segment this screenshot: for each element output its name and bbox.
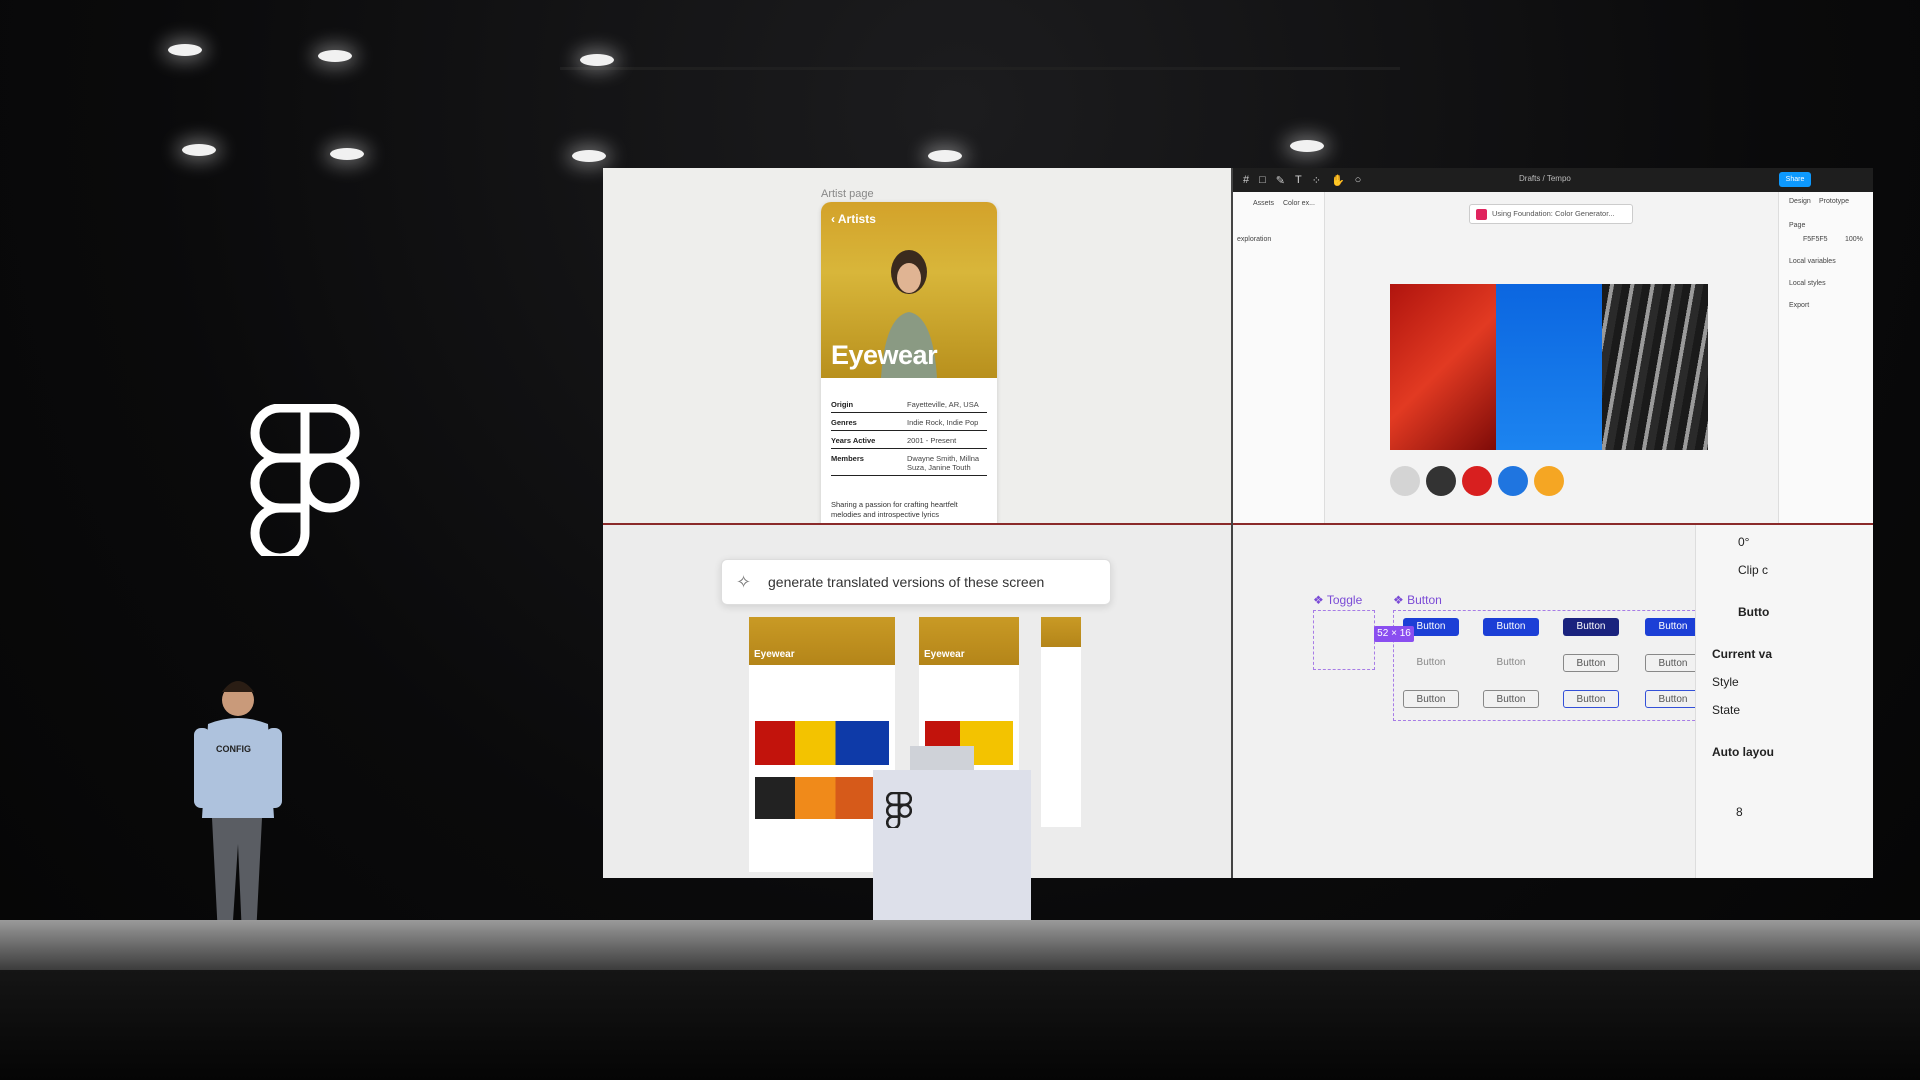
state-label: State	[1712, 703, 1741, 717]
sparkle-icon: ✧	[736, 572, 752, 592]
lighting-truss	[560, 0, 1400, 70]
hand-tool-icon[interactable]: ✋	[1331, 174, 1345, 187]
info-row: Years Active 2001 - Present	[831, 436, 987, 449]
frame-divider	[1231, 168, 1233, 878]
page-opacity[interactable]: 100%	[1845, 236, 1863, 243]
editor-toolbar: # □ ✎ T ⁘ ✋ ○ Drafts / Tempo Share	[1233, 168, 1873, 192]
ai-prompt-input[interactable]: ✧ generate translated versions of these …	[721, 559, 1111, 605]
stage-light	[168, 44, 202, 56]
plugin-toast-text: Using Foundation: Color Generator...	[1492, 209, 1615, 218]
local-styles[interactable]: Local styles	[1789, 280, 1826, 287]
presenter: CONFIG	[194, 681, 282, 944]
button-set-label: ❖ Button	[1393, 593, 1442, 607]
comment-icon[interactable]: ○	[1355, 174, 1362, 186]
toggle-set[interactable]	[1313, 610, 1375, 670]
style-label: Style	[1712, 675, 1739, 689]
toggle-label: ❖ Toggle	[1313, 593, 1363, 607]
button-variant[interactable]: Button	[1645, 618, 1701, 636]
page-color[interactable]: F5F5F5	[1803, 236, 1828, 243]
swatch[interactable]	[1426, 466, 1456, 496]
mono-stripes-image	[1602, 284, 1708, 450]
projection-screen: Artist page ‹ Artists Eyewear Origin Faye…	[603, 168, 1873, 878]
stage-light	[318, 50, 352, 62]
back-label: Artists	[837, 212, 876, 226]
podium-figma-logo	[886, 792, 912, 828]
swatch[interactable]	[1462, 466, 1492, 496]
local-variables[interactable]: Local variables	[1789, 258, 1836, 265]
button-variant[interactable]: Button	[1563, 690, 1619, 708]
pen-tool-icon[interactable]: ✎	[1276, 174, 1285, 187]
mini-title: Eyewear	[924, 649, 965, 660]
info-row: Genres Indie Rock, Indie Pop	[831, 418, 987, 431]
components-icon[interactable]: ⁘	[1312, 174, 1321, 187]
editor-frame: # □ ✎ T ⁘ ✋ ○ Drafts / Tempo Share Asset…	[1233, 168, 1873, 523]
tab-design[interactable]: Design	[1789, 198, 1811, 205]
tab-assets[interactable]: Assets	[1253, 200, 1274, 207]
button-variant[interactable]: Button	[1563, 654, 1619, 672]
figma-logo	[250, 404, 360, 556]
shirt-text: CONFIG	[216, 744, 251, 754]
layers-panel: Assets Color ex... exploration	[1233, 192, 1325, 523]
properties-panel: 0° Clip c Butto Current va Style State A…	[1695, 525, 1873, 878]
stage-light	[182, 144, 216, 156]
stage-light	[928, 150, 962, 162]
generated-images	[1390, 284, 1708, 450]
stage-light	[572, 150, 606, 162]
frame-tool-icon[interactable]: #	[1243, 174, 1249, 186]
button-variant[interactable]: Button	[1645, 690, 1701, 708]
button-variant[interactable]: Button	[1483, 654, 1539, 672]
button-variant[interactable]: Button	[1403, 690, 1459, 708]
stage-light	[1290, 140, 1324, 152]
frame-label: Artist page	[821, 188, 874, 200]
frame-divider	[603, 523, 1873, 525]
prompt-text: generate translated versions of these sc…	[768, 574, 1045, 590]
breadcrumb[interactable]: Drafts / Tempo	[1519, 174, 1571, 183]
auto-layout-heading: Auto layou	[1712, 745, 1774, 759]
plugin-toast: Using Foundation: Color Generator...	[1469, 204, 1633, 224]
rect-tool-icon[interactable]: □	[1259, 174, 1266, 186]
share-button[interactable]: Share	[1779, 172, 1811, 187]
button-variant[interactable]: Button	[1403, 654, 1459, 672]
stage-background: CONFIG Artist page ‹ Artists Eyewear Ori…	[0, 0, 1920, 1080]
chevron-left-icon: ‹	[831, 212, 838, 226]
tab-color-exploration[interactable]: Color ex...	[1283, 200, 1315, 207]
clip-content-label[interactable]: Clip c	[1738, 563, 1768, 577]
tab-prototype[interactable]: Prototype	[1819, 198, 1849, 205]
blue-flame-image	[1496, 284, 1602, 450]
info-row: Origin Fayetteville, AR, USA	[831, 400, 987, 413]
artist-bio: Sharing a passion for crafting heartfelt…	[831, 500, 958, 519]
info-row: Members Dwayne Smith, Millna Suza, Janine…	[831, 454, 987, 476]
rotation-value[interactable]: 0°	[1738, 535, 1749, 549]
button-variant[interactable]: Button	[1483, 690, 1539, 708]
artist-page-frame: Artist page ‹ Artists Eyewear Origin Faye…	[603, 168, 1231, 523]
hero-image: ‹ Artists Eyewear	[821, 202, 997, 378]
page-heading: Page	[1789, 222, 1806, 229]
size-badge: 52 × 16	[1374, 626, 1414, 642]
swatch[interactable]	[1390, 466, 1420, 496]
back-button[interactable]: ‹ Artists	[831, 212, 876, 226]
audience	[0, 970, 1920, 1080]
plugin-icon	[1476, 209, 1487, 220]
stage-light	[330, 148, 364, 160]
mini-title: Eyewear	[754, 649, 795, 660]
artist-title: Eyewear	[831, 340, 938, 370]
stage-light	[580, 54, 614, 66]
translated-screen	[1041, 617, 1081, 827]
phone-mockup: ‹ Artists Eyewear Origin Fayetteville, AR…	[821, 202, 997, 523]
instance-name[interactable]: Butto	[1738, 605, 1769, 619]
layer-item[interactable]: exploration	[1237, 236, 1271, 243]
button-variant[interactable]: Button	[1563, 618, 1619, 636]
gap-value[interactable]: 8	[1736, 805, 1743, 819]
swatch[interactable]	[1534, 466, 1564, 496]
text-tool-icon[interactable]: T	[1295, 174, 1302, 186]
components-frame: ❖ Toggle ❖ Button Button Button Button B…	[1233, 525, 1873, 878]
stage-floor	[0, 920, 1920, 970]
swatch[interactable]	[1498, 466, 1528, 496]
red-leaf-image	[1390, 284, 1496, 450]
button-variant[interactable]: Button	[1483, 618, 1539, 636]
export-section[interactable]: Export	[1789, 302, 1809, 309]
design-panel: Design Prototype Page F5F5F5 100% Local …	[1778, 192, 1873, 523]
current-variant-heading: Current va	[1712, 647, 1773, 661]
button-variant[interactable]: Button	[1645, 654, 1701, 672]
